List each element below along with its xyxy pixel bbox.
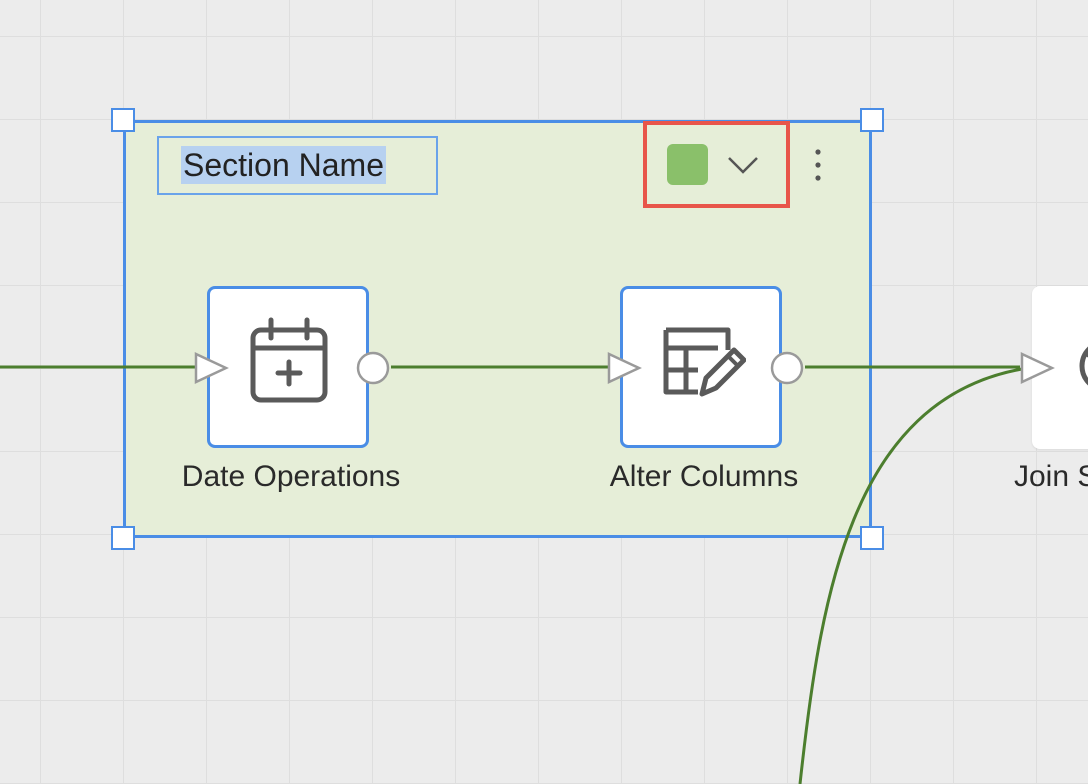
node-label: Date Operations bbox=[181, 460, 401, 493]
color-swatch[interactable] bbox=[667, 144, 708, 185]
node-label: Alter Columns bbox=[609, 460, 799, 493]
input-port[interactable] bbox=[192, 350, 232, 386]
input-port[interactable] bbox=[1018, 350, 1058, 386]
resize-handle-top-right[interactable] bbox=[860, 108, 884, 132]
resize-handle-bottom-right[interactable] bbox=[860, 526, 884, 550]
output-port[interactable] bbox=[355, 350, 391, 386]
section-name-input[interactable]: Section Name bbox=[157, 136, 438, 195]
input-port[interactable] bbox=[605, 350, 645, 386]
node-label: Join S bbox=[1014, 460, 1088, 493]
chevron-down-icon[interactable] bbox=[725, 147, 761, 183]
resize-handle-bottom-left[interactable] bbox=[111, 526, 135, 550]
output-port[interactable] bbox=[769, 350, 805, 386]
more-vertical-icon[interactable] bbox=[805, 144, 831, 186]
calendar-plus-icon bbox=[250, 317, 328, 403]
section-color-picker[interactable] bbox=[643, 121, 790, 208]
resize-handle-top-left[interactable] bbox=[111, 108, 135, 132]
section-name-text: Section Name bbox=[181, 146, 386, 184]
join-icon bbox=[1079, 346, 1088, 386]
table-edit-icon bbox=[663, 327, 746, 397]
workflow-canvas[interactable]: Section Name Date Operations Alter Colum… bbox=[0, 0, 1088, 784]
